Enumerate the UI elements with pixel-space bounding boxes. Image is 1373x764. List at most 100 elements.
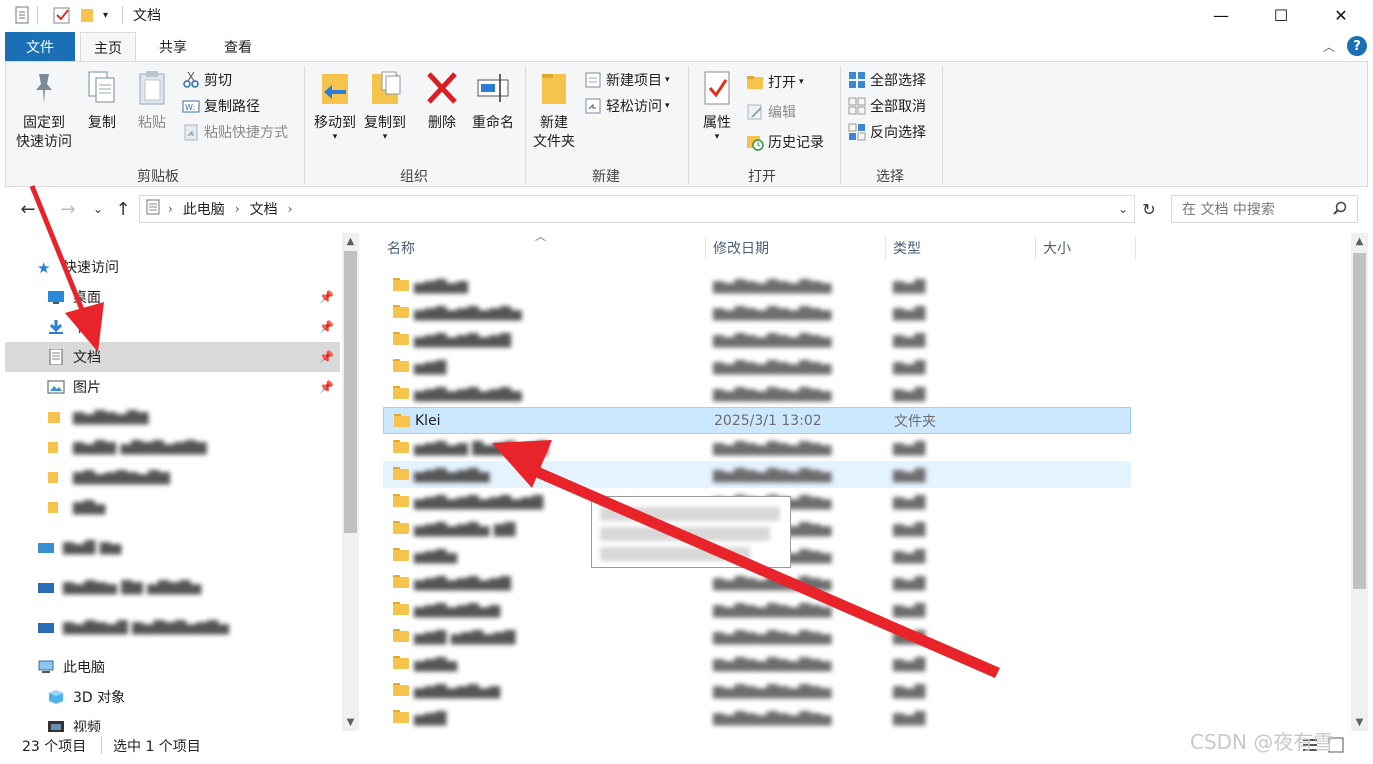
column-separator[interactable] (885, 236, 886, 260)
list-item[interactable]: ▅▆▇▅▆▇▅▆ ▆▅▇▆▅▇▆▅▇▆▅ ▆▅▇ (383, 596, 1131, 623)
column-size[interactable]: 大小 (1043, 232, 1071, 264)
open-button[interactable]: 打开 ▾ (746, 70, 804, 94)
nav-quick-access[interactable]: ★ 快速访问 (5, 252, 340, 282)
nav-item-blurred[interactable]: ▆▅▇▆ ▅▇▆▇▅▆▇▆ (5, 432, 340, 462)
tab-home[interactable]: 主页 (80, 32, 136, 62)
customize-qa-chevron-icon[interactable]: ▾ (103, 4, 108, 26)
scroll-down-icon[interactable]: ▼ (1351, 714, 1368, 731)
minimize-button[interactable]: — (1198, 0, 1244, 30)
nav-item-downloads[interactable]: 下载 📌 (5, 312, 340, 342)
close-button[interactable]: ✕ (1318, 0, 1364, 30)
qa-divider (37, 6, 38, 24)
tab-share[interactable]: 共享 (145, 32, 201, 61)
recent-locations-chevron-icon[interactable]: ⌄ (86, 197, 110, 221)
tab-view[interactable]: 查看 (210, 32, 266, 61)
breadcrumb-chevron-icon[interactable]: › (168, 202, 173, 216)
nav-item-blurred[interactable]: ▆▅▇▆▅ ▇▆ ▅▇▆▇▅ (5, 572, 340, 602)
list-item[interactable]: ▅▆▇▅▆▇▅▆ ▆▅▇▆▅▇▆▅▇▆▅ ▆▅▇ (383, 677, 1131, 704)
paste-shortcut-label: 粘贴快捷方式 (204, 125, 288, 141)
blurred-name: ▅▆▇▅▆ ▇▅▆▇▅▆▇ (414, 439, 548, 456)
navpane-scrollbar[interactable]: ▲ ▼ (342, 233, 359, 731)
list-item[interactable]: ▅▆▇▅▆▇▅▆▇▅ ▆▅▇▆▅▇▆▅▇▆▅ ▆▅▇ (383, 299, 1131, 326)
copy-button[interactable]: 复制 (82, 68, 122, 133)
nav-item-blurred[interactable]: ▆▅▇▆▅▇ ▆▅▇▆▇▅▆▇▅ (5, 612, 340, 642)
list-item[interactable]: ▅▆▇▅▆▇▅▆▇ ▆▅▇▆▅▇▆▅▇▆▅ ▆▅▇ (383, 569, 1131, 596)
refresh-icon[interactable]: ↻ (1137, 197, 1161, 221)
nav-item-3d-objects[interactable]: 3D 对象 (5, 682, 340, 712)
select-none-button[interactable]: 全部取消 (848, 94, 926, 118)
move-to-button[interactable]: 移动到 ▾ (310, 68, 360, 142)
nav-item-blurred[interactable]: ▆▇▅ (5, 492, 340, 522)
history-button[interactable]: 历史记录 (746, 130, 824, 154)
new-item-button[interactable]: 新建项目 ▾ (584, 68, 670, 92)
edit-button[interactable]: 编辑 (746, 100, 796, 124)
scroll-down-icon[interactable]: ▼ (342, 714, 359, 731)
nav-this-pc-label: 此电脑 (63, 660, 105, 676)
breadcrumb-this-pc[interactable]: 此电脑 (183, 199, 225, 219)
list-item[interactable]: ▅▆▇ ▆▅▇▆▅▇▆▅▇▆▅ ▆▅▇ (383, 353, 1131, 380)
delete-button[interactable]: 删除 (422, 68, 462, 133)
copy-to-button[interactable]: 复制到 ▾ (360, 68, 410, 142)
invert-selection-button[interactable]: 反向选择 (848, 120, 926, 144)
list-item[interactable]: ▅▆▇▅▆ ▆▅▇▆▅▇▆▅▇▆▅ ▆▅▇ (383, 272, 1131, 299)
address-bar[interactable]: › 此电脑 › 文档 › ⌄ (139, 195, 1135, 223)
properties-button[interactable]: 属性 ▾ (696, 68, 738, 142)
forward-arrow-icon[interactable]: → (56, 197, 80, 221)
search-icon[interactable] (1333, 201, 1347, 219)
column-name[interactable]: 名称 (387, 232, 415, 264)
new-folder-quick-icon[interactable] (80, 4, 94, 26)
nav-item-videos[interactable]: 视频 (5, 712, 340, 732)
properties-quick-icon[interactable] (14, 4, 30, 26)
list-item[interactable]: ▅▆▇▅▆▇▅▆▇▅ ▆▅▇▆▅▇▆▅▇▆▅ ▆▅▇ (383, 380, 1131, 407)
file-list-scroll-thumb[interactable] (1353, 253, 1366, 589)
column-modified[interactable]: 修改日期 (713, 232, 769, 264)
new-group-label: 新建 (592, 169, 620, 185)
copy-path-label: 复制路径 (204, 99, 260, 115)
list-item[interactable]: ▅▆▇▅▆ ▇▅▆▇▅▆▇ ▆▅▇▆▅▇▆▅▇▆▅ ▆▅▇ (383, 434, 1131, 461)
new-folder-button[interactable]: 新建 文件夹 (530, 68, 578, 152)
column-type[interactable]: 类型 (893, 232, 921, 264)
paste-button[interactable]: 粘贴 (132, 68, 172, 133)
nav-item-desktop[interactable]: 桌面 📌 (5, 282, 340, 312)
column-separator[interactable] (1135, 236, 1136, 260)
back-arrow-icon[interactable]: ← (16, 197, 40, 221)
rename-button[interactable]: 重命名 (468, 68, 518, 133)
up-arrow-icon[interactable]: ↑ (111, 197, 135, 221)
navpane-scroll-thumb[interactable] (344, 251, 357, 533)
easy-access-button[interactable]: 轻松访问 ▾ (584, 94, 670, 118)
pin-quick-access-button[interactable]: 固定到 快速访问 (14, 68, 74, 152)
column-separator[interactable] (1035, 236, 1036, 260)
file-list-scrollbar[interactable]: ▲ ▼ (1351, 233, 1368, 731)
scroll-up-icon[interactable]: ▲ (342, 233, 359, 250)
list-item[interactable]: ▅▆▇ ▆▅▇▆▅▇▆▅▇▆▅ ▆▅▇ (383, 704, 1131, 731)
folder-icon (47, 439, 65, 455)
tab-file[interactable]: 文件 (5, 32, 75, 61)
select-all-button[interactable]: 全部选择 (848, 68, 926, 92)
paste-shortcut-button[interactable]: 粘贴快捷方式 (182, 120, 288, 144)
list-item[interactable]: ▅▆▇▅▆▇▅▆▇ ▆▅▇▆▅▇▆▅▇▆▅ ▆▅▇ (383, 326, 1131, 353)
nav-item-blurred[interactable]: ▆▇▅▆▇▆▅▇▆ (5, 462, 340, 492)
nav-this-pc[interactable]: 此电脑 (5, 652, 340, 682)
column-separator[interactable] (705, 236, 706, 260)
cut-button[interactable]: 剪切 (182, 68, 232, 92)
list-item[interactable]: ▅▆▇▅ ▆▅▇▆▅▇▆▅▇▆▅ ▆▅▇ (383, 650, 1131, 677)
collapse-ribbon-icon[interactable]: ︿ (1323, 38, 1335, 55)
breadcrumb-documents[interactable]: 文档 (250, 199, 278, 219)
folder-icon (47, 499, 65, 515)
nav-item-blurred[interactable]: ▆▅▇▆▅▇▆ (5, 402, 340, 432)
nav-item-blurred[interactable]: ▆▅▇ ▆▅ (5, 532, 340, 562)
maximize-button[interactable]: ☐ (1258, 0, 1304, 30)
nav-item-documents[interactable]: 文档 📌 (5, 342, 340, 372)
help-icon[interactable]: ? (1347, 36, 1367, 56)
breadcrumb-chevron-icon[interactable]: › (288, 202, 293, 216)
address-dropdown-icon[interactable]: ⌄ (1118, 202, 1128, 216)
breadcrumb-chevron-icon[interactable]: › (235, 202, 240, 216)
list-item[interactable]: ▅▆▇ ▅▆▇▅▆▇ ▆▅▇▆▅▇▆▅▇▆▅ ▆▅▇ (383, 623, 1131, 650)
checklist-quick-icon[interactable] (53, 4, 71, 26)
list-item-selected[interactable]: Klei 2025/3/1 13:02 文件夹 (383, 407, 1131, 434)
search-box[interactable]: 在 文档 中搜索 (1171, 195, 1358, 223)
nav-item-pictures[interactable]: 图片 📌 (5, 372, 340, 402)
list-item[interactable]: ▅▆▇▅▆▇▅ ▆▅▇▆▅▇▆▅▇▆▅ ▆▅▇ (383, 461, 1131, 488)
scroll-up-icon[interactable]: ▲ (1351, 233, 1368, 250)
copy-path-button[interactable]: W: 复制路径 (182, 94, 260, 118)
